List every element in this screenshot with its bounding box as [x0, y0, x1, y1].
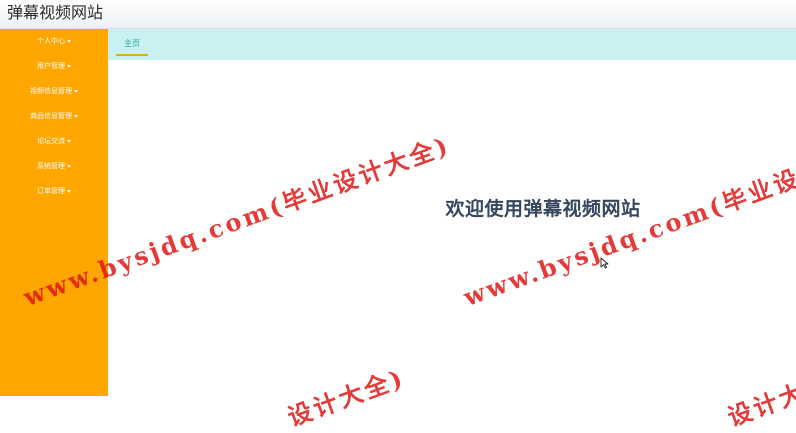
sidebar-item-video-info-management[interactable]: 视频信息管理	[0, 80, 108, 102]
sidebar: 个人中心 用户管理 视频信息管理 商品信息管理 论坛交流 系统管理 订单管理	[0, 29, 108, 396]
sidebar-item-label: 系统管理	[37, 162, 65, 170]
sidebar-item-label: 个人中心	[37, 37, 65, 45]
chevron-down-icon	[67, 189, 71, 193]
chevron-down-icon	[67, 139, 71, 143]
chevron-down-icon	[67, 39, 71, 43]
sidebar-item-label: 用户管理	[37, 62, 65, 70]
sidebar-item-label: 视频信息管理	[30, 87, 72, 95]
main-content: 欢迎使用弹幕视频网站	[108, 60, 796, 396]
top-header: 弹幕视频网站	[0, 0, 796, 29]
chevron-down-icon	[67, 164, 71, 168]
tab-home[interactable]: 主页	[116, 35, 148, 56]
sidebar-item-product-info-management[interactable]: 商品信息管理	[0, 105, 108, 127]
sidebar-item-order-management[interactable]: 订单管理	[0, 180, 108, 202]
welcome-heading: 欢迎使用弹幕视频网站	[445, 198, 641, 220]
sidebar-item-system-management[interactable]: 系统管理	[0, 155, 108, 177]
chevron-down-icon	[74, 114, 78, 118]
app-title: 弹幕视频网站	[7, 3, 104, 22]
sidebar-item-label: 商品信息管理	[30, 112, 72, 120]
sidebar-item-forum[interactable]: 论坛交流	[0, 130, 108, 152]
sidebar-item-personal-center[interactable]: 个人中心	[0, 30, 108, 52]
mouse-cursor-icon	[600, 257, 609, 269]
tab-bar: 主页	[108, 29, 796, 60]
chevron-down-icon	[74, 89, 78, 93]
sidebar-item-label: 论坛交流	[37, 137, 65, 145]
sidebar-item-user-management[interactable]: 用户管理	[0, 55, 108, 77]
sidebar-item-label: 订单管理	[37, 187, 65, 195]
chevron-down-icon	[67, 64, 71, 68]
